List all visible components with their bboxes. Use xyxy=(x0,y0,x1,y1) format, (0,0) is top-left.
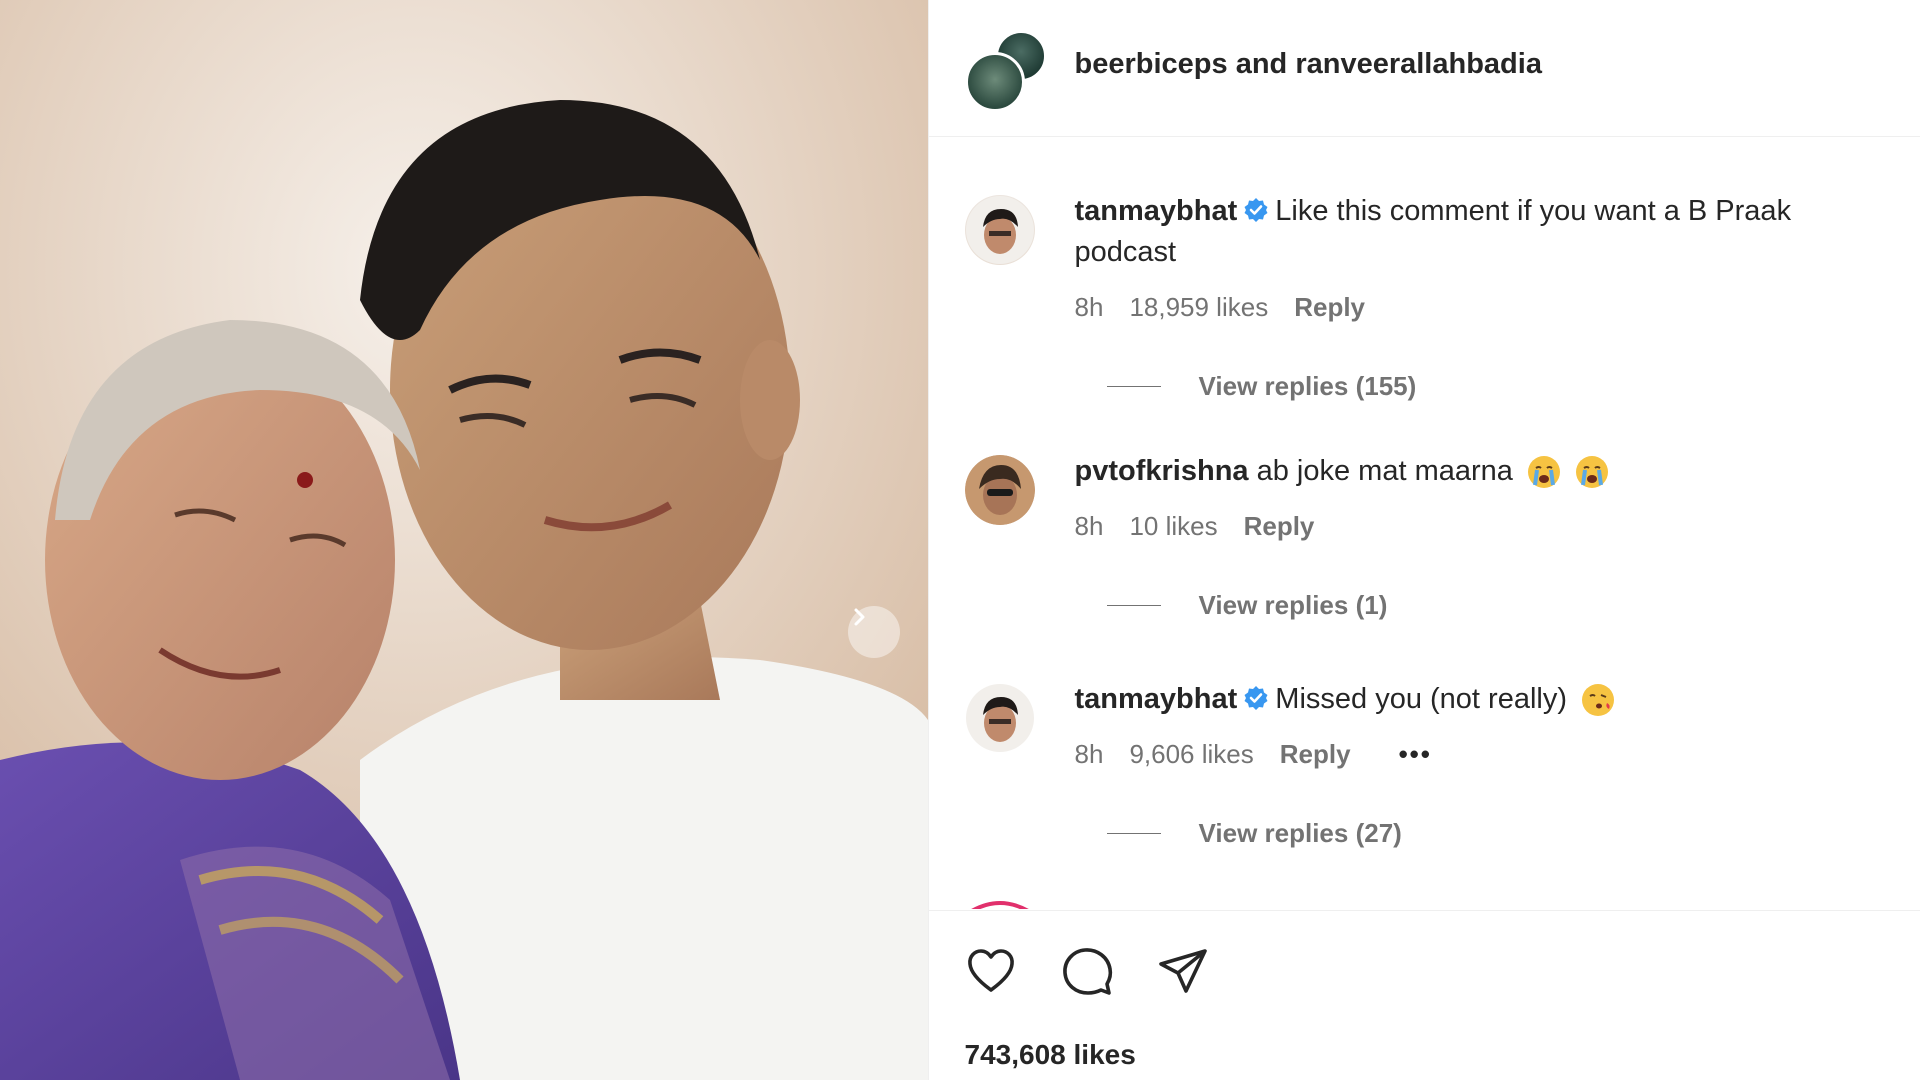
crying-face-emoji-icon xyxy=(1575,455,1609,489)
verified-badge-icon xyxy=(1244,686,1268,711)
post-photo[interactable] xyxy=(0,0,928,1080)
avatar[interactable] xyxy=(965,683,1035,753)
post-header: beerbiceps and ranveerallahbadia xyxy=(928,0,1920,137)
photo-illustration xyxy=(0,0,928,1080)
post-authors[interactable]: beerbiceps and ranveerallahbadia xyxy=(1075,48,1542,81)
post-actions: 743,608 likes xyxy=(928,910,1920,1081)
comment-text: pvtofkrishna ab joke mat maarna xyxy=(1075,451,1895,492)
comment-meta: 8h 10 likes Reply xyxy=(1075,511,1315,542)
crying-face-emoji-icon xyxy=(1527,455,1561,489)
comment-text: tanmaybhat Missed you (not really) xyxy=(1075,679,1895,720)
avatar-illustration xyxy=(964,455,1035,525)
comment-likes[interactable]: 18,959 likes xyxy=(1129,292,1268,323)
comments-list[interactable]: tanmaybhat Like this comment if you want … xyxy=(929,137,1920,909)
reply-button[interactable]: Reply xyxy=(1280,739,1351,770)
comment-time[interactable]: 8h xyxy=(1075,739,1104,770)
post-side-panel: beerbiceps and ranveerallahbadia tanmayb… xyxy=(927,0,1920,1081)
comment-content: ab joke mat maarna xyxy=(1256,455,1513,487)
view-replies-label: View replies (27) xyxy=(1198,818,1402,848)
view-replies-button[interactable]: View replies (1) xyxy=(1106,590,1388,621)
comment-username[interactable]: tanmaybhat xyxy=(1075,195,1238,227)
avatar-illustration xyxy=(965,684,1034,752)
instagram-post-view: beerbiceps and ranveerallahbadia tanmayb… xyxy=(0,0,1920,1080)
comment-likes[interactable]: 9,606 likes xyxy=(1129,739,1253,770)
kissing-face-emoji-icon xyxy=(1581,683,1615,717)
divider xyxy=(1106,605,1161,606)
divider xyxy=(1106,833,1161,834)
share-icon[interactable] xyxy=(1155,943,1211,999)
comment-text: tanmaybhat Like this comment if you want … xyxy=(1075,191,1895,273)
view-replies-label: View replies (1) xyxy=(1198,590,1388,620)
comment-time[interactable]: 8h xyxy=(1075,292,1104,323)
view-replies-button[interactable]: View replies (155) xyxy=(1106,371,1417,402)
comment-likes[interactable]: 10 likes xyxy=(1129,511,1217,542)
avatar[interactable] xyxy=(964,52,1025,112)
next-image-button[interactable] xyxy=(848,606,900,658)
reply-button[interactable]: Reply xyxy=(1244,511,1315,542)
avatar[interactable] xyxy=(964,195,1035,265)
verified-badge-icon xyxy=(1244,198,1268,223)
view-replies-label: View replies (155) xyxy=(1198,371,1417,401)
collab-avatars[interactable] xyxy=(964,30,1047,112)
action-icons xyxy=(963,943,1211,999)
comment-content: Missed you (not really) xyxy=(1275,683,1567,715)
more-options-button[interactable]: ••• xyxy=(1399,739,1432,770)
view-replies-button[interactable]: View replies (27) xyxy=(1106,818,1402,849)
chevron-right-icon xyxy=(854,608,865,626)
avatar-illustration xyxy=(965,196,1034,264)
comment-time[interactable]: 8h xyxy=(1075,511,1104,542)
total-likes[interactable]: 743,608 likes xyxy=(965,1039,1136,1071)
comment-username[interactable]: pvtofkrishna xyxy=(1075,455,1249,487)
comment-icon[interactable] xyxy=(1059,943,1115,999)
comment-username[interactable]: tanmaybhat xyxy=(1075,683,1238,715)
divider xyxy=(1106,386,1161,387)
reply-button[interactable]: Reply xyxy=(1294,292,1365,323)
heart-icon[interactable] xyxy=(963,943,1019,999)
avatar-ring xyxy=(970,901,1029,909)
avatar[interactable] xyxy=(964,455,1035,525)
comment-meta: 8h 18,959 likes Reply xyxy=(1075,292,1366,323)
comment-meta: 8h 9,606 likes Reply ••• xyxy=(1075,739,1432,770)
